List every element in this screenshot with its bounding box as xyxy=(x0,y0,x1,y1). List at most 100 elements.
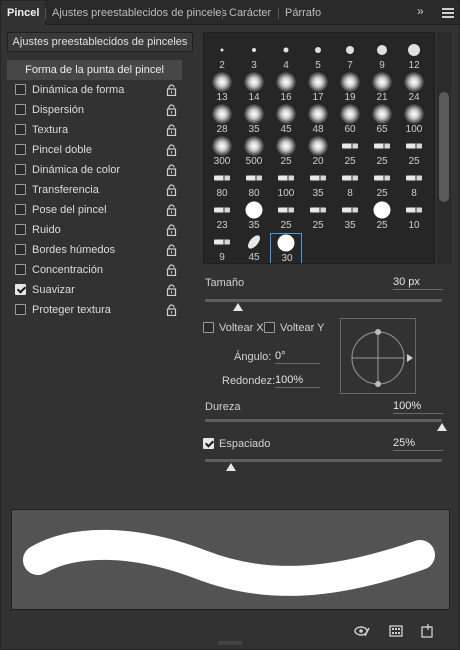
brush-tip-cell[interactable]: 21 xyxy=(366,72,398,105)
brush-tip-cell[interactable]: 17 xyxy=(302,72,334,105)
brush-tip-cell[interactable]: 16 xyxy=(270,72,302,105)
size-slider-track[interactable] xyxy=(205,299,442,302)
setting-checkbox[interactable] xyxy=(15,164,26,175)
brush-tip-cell[interactable]: 48 xyxy=(302,104,334,137)
new-brush-icon[interactable] xyxy=(419,623,435,639)
brush-tip-cell[interactable]: 45 xyxy=(270,104,302,137)
spacing-checkbox[interactable] xyxy=(203,438,214,449)
hardness-slider-knob[interactable] xyxy=(437,423,447,431)
brush-tip-cell[interactable]: 5 xyxy=(302,41,334,73)
brush-tip-cell[interactable]: 7 xyxy=(334,41,366,73)
brush-tip-cell[interactable]: 35 xyxy=(302,169,334,201)
size-slider-knob[interactable] xyxy=(233,303,244,311)
brush-tip-cell[interactable]: 9 xyxy=(366,41,398,73)
brush-tip-shape-header[interactable]: Forma de la punta del pincel xyxy=(7,60,182,80)
brush-grid-scrollbar[interactable] xyxy=(437,32,451,264)
setting-row[interactable]: Bordes húmedos xyxy=(7,240,182,260)
spacing-slider-track[interactable] xyxy=(205,459,442,462)
lock-icon[interactable] xyxy=(166,84,177,96)
brush-tip-cell[interactable]: 25 xyxy=(270,136,302,169)
brush-tip-cell[interactable]: 14 xyxy=(238,72,270,105)
brush-tip-cell[interactable]: 3 xyxy=(238,41,270,73)
setting-checkbox[interactable] xyxy=(15,244,26,255)
brush-tip-cell[interactable]: 23 xyxy=(206,201,238,233)
brush-tip-cell[interactable]: 8 xyxy=(334,169,366,201)
panel-menu-icon[interactable] xyxy=(442,8,454,18)
brush-tip-cell[interactable]: 65 xyxy=(366,104,398,137)
setting-row[interactable]: Proteger textura xyxy=(7,300,182,320)
lock-icon[interactable] xyxy=(166,204,177,216)
setting-checkbox[interactable] xyxy=(15,284,26,295)
brush-tip-cell[interactable]: 100 xyxy=(398,104,430,137)
setting-checkbox[interactable] xyxy=(15,184,26,195)
brush-tip-cell[interactable]: 4 xyxy=(270,41,302,73)
setting-checkbox[interactable] xyxy=(15,224,26,235)
tab-pincel[interactable]: Pincel xyxy=(1,1,46,25)
brush-tip-cell[interactable]: 25 xyxy=(270,201,302,233)
brush-tip-cell[interactable]: 25 xyxy=(302,201,334,233)
lock-icon[interactable] xyxy=(166,104,177,116)
setting-row[interactable]: Dispersión xyxy=(7,100,182,120)
setting-checkbox[interactable] xyxy=(15,84,26,95)
brush-tip-cell[interactable]: 2 xyxy=(206,41,238,73)
setting-row[interactable]: Suavizar xyxy=(7,280,182,300)
brush-tip-cell[interactable]: 45 xyxy=(238,233,270,263)
brush-tip-cell[interactable]: 80 xyxy=(206,169,238,201)
setting-row[interactable]: Pose del pincel xyxy=(7,200,182,220)
brush-tip-cell[interactable]: 8 xyxy=(398,169,430,201)
setting-row[interactable]: Dinámica de forma xyxy=(7,80,182,100)
brush-tip-cell[interactable]: 60 xyxy=(334,104,366,137)
lock-icon[interactable] xyxy=(166,164,177,176)
brush-tip-cell[interactable]: 10 xyxy=(398,201,430,233)
brush-tip-cell[interactable]: 25 xyxy=(366,201,398,233)
roundness-value-field[interactable]: 100% xyxy=(275,373,320,388)
brush-tip-cell[interactable]: 500 xyxy=(238,136,270,169)
collapse-arrows-icon[interactable]: » xyxy=(417,4,424,18)
brush-tip-cell[interactable]: 20 xyxy=(302,136,334,169)
brush-tip-cell[interactable]: 12 xyxy=(398,41,430,73)
brush-tip-cell[interactable]: 25 xyxy=(366,137,398,169)
brush-tip-cell[interactable]: 100 xyxy=(270,169,302,201)
lock-icon[interactable] xyxy=(166,224,177,236)
setting-row[interactable]: Textura xyxy=(7,120,182,140)
setting-checkbox[interactable] xyxy=(15,144,26,155)
setting-row[interactable]: Ruido xyxy=(7,220,182,240)
angle-roundness-widget[interactable] xyxy=(340,318,416,394)
brush-tip-cell[interactable]: 30 xyxy=(270,233,302,263)
setting-checkbox[interactable] xyxy=(15,104,26,115)
lock-icon[interactable] xyxy=(166,244,177,256)
brush-tip-cell[interactable]: 35 xyxy=(334,201,366,233)
lock-icon[interactable] xyxy=(166,264,177,276)
brush-tip-cell[interactable]: 25 xyxy=(398,137,430,169)
lock-icon[interactable] xyxy=(166,124,177,136)
brush-tip-cell[interactable]: 80 xyxy=(238,169,270,201)
setting-row[interactable]: Dinámica de color xyxy=(7,160,182,180)
brush-presets-button[interactable]: Ajustes preestablecidos de pinceles xyxy=(7,32,193,52)
flip-y-checkbox[interactable] xyxy=(264,322,275,333)
setting-checkbox[interactable] xyxy=(15,124,26,135)
angle-value-field[interactable]: 0° xyxy=(275,349,320,364)
tab-parrafo[interactable]: Párrafo xyxy=(279,1,327,25)
setting-row[interactable]: Transferencia xyxy=(7,180,182,200)
setting-checkbox[interactable] xyxy=(15,204,26,215)
brush-grid-icon[interactable] xyxy=(388,623,404,639)
brush-tip-cell[interactable]: 19 xyxy=(334,72,366,105)
brush-tip-cell[interactable]: 25 xyxy=(334,137,366,169)
brush-tip-cell[interactable]: 35 xyxy=(238,104,270,137)
brush-tip-cell[interactable]: 13 xyxy=(206,72,238,105)
setting-checkbox[interactable] xyxy=(15,264,26,275)
spacing-slider-knob[interactable] xyxy=(226,463,237,471)
brush-tip-cell[interactable]: 300 xyxy=(206,136,238,169)
brush-tip-cell[interactable]: 35 xyxy=(238,201,270,233)
scrollbar-thumb[interactable] xyxy=(439,92,449,202)
tab-caracter[interactable]: Carácter xyxy=(223,1,277,25)
spacing-value-field[interactable]: 25% xyxy=(393,436,443,451)
brush-tip-grid[interactable]: 2 3 4 5 7 9 12 13 14 16 17 19 21 24 28 35 45 48 60 65 100 300… xyxy=(203,32,435,264)
lock-icon[interactable] xyxy=(166,184,177,196)
flip-x-checkbox[interactable] xyxy=(203,322,214,333)
size-value-field[interactable]: 30 px xyxy=(393,275,443,290)
lock-icon[interactable] xyxy=(166,304,177,316)
setting-row[interactable]: Concentración xyxy=(7,260,182,280)
brush-tip-cell[interactable]: 28 xyxy=(206,104,238,137)
brush-tip-cell[interactable]: 25 xyxy=(366,169,398,201)
